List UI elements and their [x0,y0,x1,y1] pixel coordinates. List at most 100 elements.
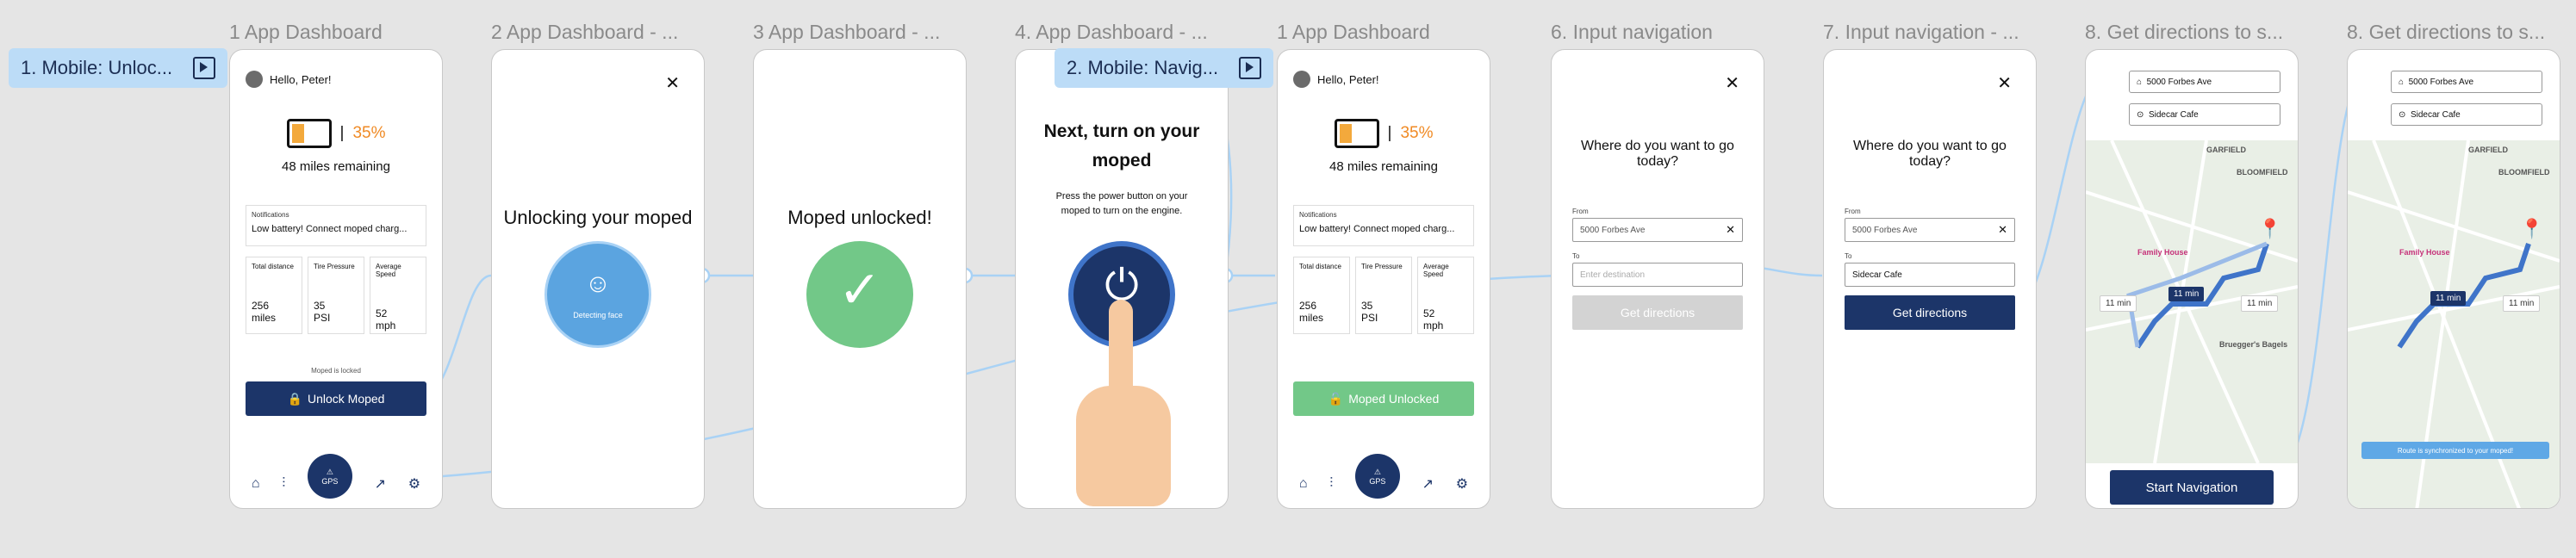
start-navigation-button[interactable]: Start Navigation [2110,470,2274,505]
notification-message: Low battery! Connect moped charg... [252,224,408,234]
home-icon[interactable]: ⌂ [252,476,260,492]
home-icon[interactable]: ⌂ [1299,476,1308,492]
battery-status: | 35% [230,119,442,148]
from-field[interactable]: ⌂ 5000 Forbes Ave [2129,71,2280,93]
miles-remaining: 48 miles remaining [282,159,390,174]
hand-illustration [1067,300,1179,506]
gear-icon[interactable]: ⚙ [408,475,420,493]
checkmark-icon: ✓ [837,261,882,319]
route-time-alt-1: 11 min [2100,295,2137,312]
frame-title-4[interactable]: 4. App Dashboard - ... [1015,21,1230,44]
home-icon: ⌂ [2137,77,2147,87]
frame-title-1[interactable]: 1 App Dashboard [229,21,427,44]
route-map[interactable]: GARFIELD BLOOMFIELD Family House Bruegge… [2086,140,2298,463]
frame-title-9[interactable]: 8. Get directions to s... [2347,21,2573,44]
face-label: Detecting face [573,311,623,319]
frame-title-7[interactable]: 7. Input navigation - ... [1823,21,2047,44]
flow-badge-navigation[interactable]: 2. Mobile: Navig... [1055,48,1273,88]
from-label: From [1845,208,1861,215]
greeting-text: Hello, Peter! [270,72,332,86]
bottom-nav: ⌂ ⫶ ⚠ GPS ↗ ⚙ [230,454,442,501]
from-input[interactable]: 5000 Forbes Ave ✕ [1572,218,1743,242]
to-label: To [1572,252,1580,260]
stat-tire: Tire Pressure 35 PSI [308,257,364,334]
battery-icon [1334,119,1379,148]
warning-icon: ⚠ [326,467,333,476]
turn-on-title: Next, turn on your moped [1043,121,1200,170]
phone-directions: ⌂ 5000 Forbes Ave ⊙ Sidecar Cafe GARFIEL… [2085,49,2299,509]
avatar [1293,71,1310,88]
notification-title: Notifications [252,211,289,219]
frame-title-3[interactable]: 3 App Dashboard - ... [753,21,968,44]
sliders-icon[interactable]: ⫶ [1329,476,1333,492]
battery-icon [286,119,332,148]
flow-badge-unlock[interactable]: 1. Mobile: Unloc... [9,48,227,88]
destination-pin-icon: 📍 [2258,218,2282,239]
to-input[interactable]: Enter destination [1572,263,1743,287]
close-icon[interactable]: ✕ [1725,72,1739,94]
close-icon[interactable]: ✕ [1997,72,2012,94]
pin-icon: ⊙ [2137,109,2149,120]
frame-title-2[interactable]: 2 App Dashboard - ... [491,21,706,44]
battery-status: | 35% [1278,119,1490,148]
lock-open-icon: 🔓 [1328,391,1344,406]
bottom-nav: ⌂ ⫶ ⚠ GPS ↗ ⚙ [1278,454,1490,501]
pin-icon: ⊙ [2399,109,2411,120]
phone-dashboard: Hello, Peter! | 35% 48 miles remaining No… [229,49,443,509]
turn-on-body: Press the power button on your moped to … [1055,191,1188,216]
moped-unlocked-button[interactable]: 🔓 Moped Unlocked [1293,381,1474,416]
unlock-moped-button[interactable]: 🔒 Unlock Moped [246,381,426,416]
to-input[interactable]: Sidecar Cafe [1845,263,2015,287]
phone-input-nav-filled: ✕ Where do you want to go today? From 50… [1823,49,2037,509]
gps-button[interactable]: ⚠ GPS [1354,454,1400,499]
greeting: Hello, Peter! [246,71,332,88]
destination-question: Where do you want to go today? [1853,139,2007,169]
stat-tire: Tire Pressure 35 PSI [1355,257,1412,334]
phone-unlocked: Moped unlocked! ✓ [753,49,967,509]
phone-dashboard-unlocked: Hello, Peter! | 35% 48 miles remaining No… [1277,49,1490,509]
gear-icon[interactable]: ⚙ [1456,475,1468,493]
destination-pin-icon: 📍 [2520,218,2544,239]
play-icon[interactable] [193,57,215,79]
sync-toast: Route is synchronized to your moped! [2361,442,2549,459]
frame-title-6[interactable]: 6. Input navigation [1551,21,1775,44]
route-time-primary: 11 min [2430,291,2467,306]
get-directions-button[interactable]: Get directions [1845,295,2015,330]
phone-unlocking: ✕ Unlocking your moped ☺ Detecting face [491,49,705,509]
to-field[interactable]: ⊙ Sidecar Cafe [2391,103,2542,126]
trend-icon[interactable]: ↗ [1422,475,1434,493]
battery-percent: 35% [352,124,386,142]
phone-input-nav: ✕ Where do you want to go today? From 50… [1551,49,1764,509]
close-icon[interactable]: ✕ [665,72,680,94]
clear-icon[interactable]: ✕ [1726,223,1735,237]
from-input[interactable]: 5000 Forbes Ave ✕ [1845,218,2015,242]
gps-button[interactable]: ⚠ GPS [307,454,352,499]
stat-speed: Average Speed 52 mph [1417,257,1474,334]
miles-remaining: 48 miles remaining [1329,159,1438,174]
from-field[interactable]: ⌂ 5000 Forbes Ave [2391,71,2542,93]
stat-speed: Average Speed 52 mph [370,257,426,334]
from-label: From [1572,208,1589,215]
notification-card[interactable]: Notifications Low battery! Connect moped … [246,205,426,246]
lock-status: Moped is locked [311,367,361,375]
frame-title-8[interactable]: 8. Get directions to s... [2085,21,2313,44]
sliders-icon[interactable]: ⫶ [282,476,285,492]
to-label: To [1845,252,1852,260]
to-field[interactable]: ⊙ Sidecar Cafe [2129,103,2280,126]
stats-row: Total distance 256 miles Tire Pressure 35 PS… [246,257,426,334]
play-icon[interactable] [1239,57,1261,79]
route-time-primary: 11 min [2168,287,2205,301]
get-directions-button-disabled[interactable]: Get directions [1572,295,1743,330]
notification-card[interactable]: Notifications Low battery! Connect moped … [1293,205,1474,246]
lock-icon: 🔒 [287,391,302,406]
face-icon: ☺ [584,270,612,298]
stats-row: Total distance 256 miles Tire Pressure 35 PS… [1293,257,1474,334]
route-time-alt: 11 min [2503,295,2541,312]
unlocking-title: Unlocking your moped [503,207,693,228]
home-icon: ⌂ [2399,77,2409,87]
trend-icon[interactable]: ↗ [375,475,386,493]
frame-title-5[interactable]: 1 App Dashboard [1277,21,1475,44]
face-scan: ☺ Detecting face [544,241,651,348]
phone-turn-on: Next, turn on your moped Press the power… [1015,49,1229,509]
clear-icon[interactable]: ✕ [1998,223,2007,237]
